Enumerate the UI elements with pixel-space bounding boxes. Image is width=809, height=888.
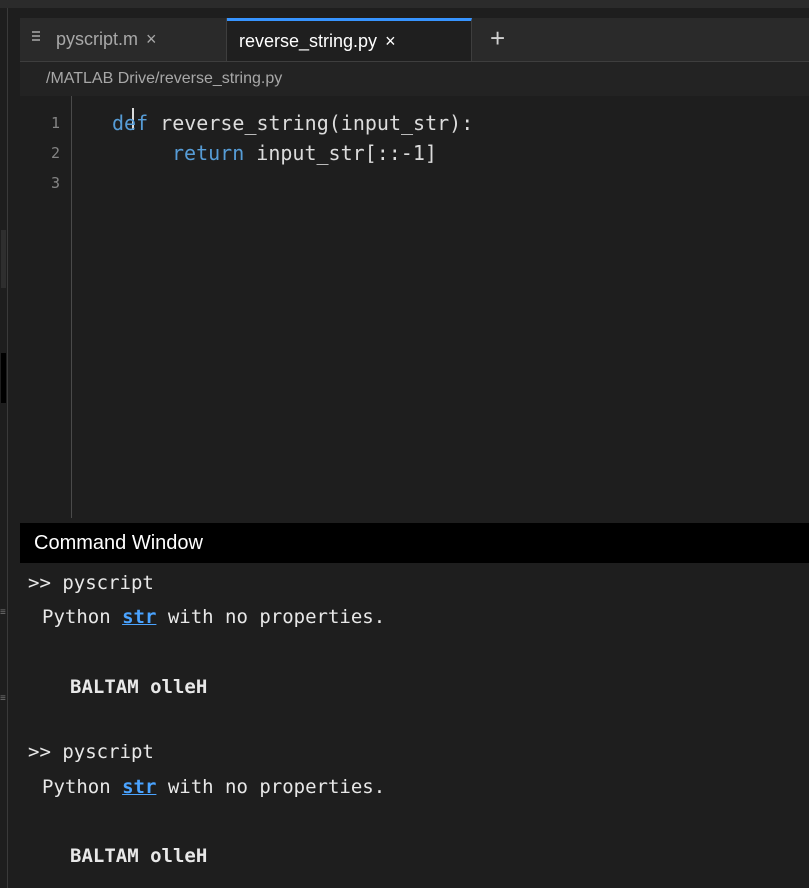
command-prompt-line: >> pyscript <box>28 741 154 763</box>
type-suffix: with no properties. <box>156 776 386 798</box>
code-text: reverse_string(input_str): <box>148 111 474 135</box>
code-line[interactable]: return input_str[::-1] <box>172 138 437 168</box>
file-path-breadcrumb: /MATLAB Drive/reverse_string.py <box>20 62 809 96</box>
line-number-gutter: 1 2 3 <box>20 96 72 518</box>
tab-reverse-string[interactable]: reverse_string.py × <box>227 18 472 61</box>
code-keyword: return <box>172 141 245 165</box>
close-icon[interactable]: × <box>146 29 157 50</box>
side-resize-notch-2[interactable]: ≡ <box>0 694 6 704</box>
editor-tab-bar: pyscript.m × reverse_string.py × + <box>20 18 809 62</box>
str-doc-link[interactable]: str <box>122 606 156 628</box>
command-window-title: Command Window <box>20 523 809 563</box>
code-keyword: def <box>112 111 149 135</box>
add-tab-icon[interactable]: + <box>490 25 505 51</box>
type-prefix: Python <box>42 776 123 798</box>
str-doc-link[interactable]: str <box>122 776 156 798</box>
line-number: 3 <box>50 174 60 192</box>
side-dark-marker <box>1 353 6 403</box>
type-prefix: Python <box>42 606 123 628</box>
type-info-line: Python str with no properties. <box>42 603 385 631</box>
command-output-line: BALTAM olleH <box>70 676 208 698</box>
side-scroll-marker <box>1 230 6 288</box>
window-top-bar <box>0 0 809 8</box>
code-text: input_str[::-1] <box>244 141 437 165</box>
type-suffix: with no properties. <box>156 606 386 628</box>
command-window-output[interactable]: >> pyscript Python str with no propertie… <box>20 563 809 888</box>
tab-menu-icon[interactable] <box>32 31 40 43</box>
tab-label: pyscript.m <box>56 29 139 49</box>
tab-pyscript[interactable]: pyscript.m × <box>44 18 227 61</box>
close-icon[interactable]: × <box>385 31 396 52</box>
code-line[interactable]: def reverse_string(input_str): <box>112 108 473 138</box>
line-number: 1 <box>50 114 60 132</box>
left-side-panel-edge[interactable]: ≡ ≡ <box>0 8 8 888</box>
code-editor[interactable]: 1 2 3 def reverse_string(input_str): ret… <box>20 96 809 518</box>
command-prompt-line: >> pyscript <box>28 572 154 594</box>
line-number: 2 <box>50 144 60 162</box>
command-output-line: BALTAM olleH <box>70 845 208 867</box>
side-resize-notch[interactable]: ≡ <box>0 608 6 618</box>
tab-label: reverse_string.py <box>239 30 378 51</box>
type-info-line: Python str with no properties. <box>42 773 385 801</box>
